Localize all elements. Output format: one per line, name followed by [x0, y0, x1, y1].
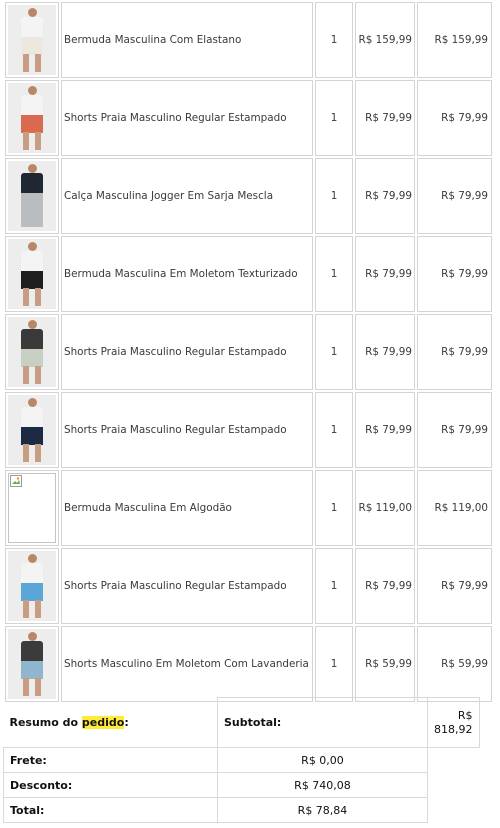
product-image[interactable] [8, 5, 56, 75]
product-image[interactable] [8, 239, 56, 309]
product-thumb-cell [5, 392, 59, 468]
product-line-total: R$ 79,99 [417, 158, 492, 234]
table-row: Bermuda Masculina Em Algodão 1 R$ 119,00 R$… [5, 470, 492, 546]
total-value: R$ 78,84 [217, 797, 428, 823]
product-quantity: 1 [315, 314, 353, 390]
product-quantity: 1 [315, 548, 353, 624]
total-row: Total: R$ 78,84 [3, 797, 480, 823]
product-name[interactable]: Shorts Masculino Em Moletom Com Lavander… [61, 626, 313, 702]
order-summary: Resumo do pedido: Subtotal: R$ 818,92 Fr… [3, 697, 480, 823]
product-name[interactable]: Shorts Praia Masculino Regular Estampado [61, 314, 313, 390]
product-thumb-cell [5, 314, 59, 390]
table-row: Shorts Praia Masculino Regular Estampado… [5, 392, 492, 468]
product-thumb-cell [5, 626, 59, 702]
product-quantity: 1 [315, 626, 353, 702]
product-line-total: R$ 79,99 [417, 80, 492, 156]
product-unit-price: R$ 79,99 [355, 80, 415, 156]
product-unit-price: R$ 79,99 [355, 158, 415, 234]
summary-title: Resumo do pedido: [4, 698, 218, 748]
order-items-body: Bermuda Masculina Com Elastano 1 R$ 159,99… [5, 2, 492, 702]
product-line-total: R$ 159,99 [417, 2, 492, 78]
product-quantity: 1 [315, 2, 353, 78]
product-name[interactable]: Shorts Praia Masculino Regular Estampado [61, 548, 313, 624]
summary-title-prefix: Resumo do [9, 715, 82, 729]
product-line-total: R$ 79,99 [417, 548, 492, 624]
frete-spacer [428, 748, 480, 773]
product-image[interactable] [8, 317, 56, 387]
product-name[interactable]: Bermuda Masculina Com Elastano [61, 2, 313, 78]
table-row: Bermuda Masculina Em Moletom Texturizado… [5, 236, 492, 312]
product-unit-price: R$ 119,00 [355, 470, 415, 546]
frete-label: Frete: [3, 747, 218, 773]
desconto-row: Desconto: R$ 740,08 [3, 772, 480, 798]
desconto-spacer [428, 773, 480, 798]
product-quantity: 1 [315, 158, 353, 234]
product-image[interactable] [8, 161, 56, 231]
broken-image-icon[interactable] [8, 473, 56, 543]
product-thumb-cell [5, 236, 59, 312]
table-row: Shorts Praia Masculino Regular Estampado… [5, 548, 492, 624]
product-quantity: 1 [315, 80, 353, 156]
product-name[interactable]: Bermuda Masculina Em Moletom Texturizado [61, 236, 313, 312]
product-unit-price: R$ 159,99 [355, 2, 415, 78]
desconto-label: Desconto: [3, 772, 218, 798]
subtotal-label: Subtotal: [217, 697, 428, 748]
product-name[interactable]: Shorts Praia Masculino Regular Estampado [61, 80, 313, 156]
product-thumb-cell [5, 470, 59, 546]
order-items-table: Bermuda Masculina Com Elastano 1 R$ 159,99… [3, 0, 494, 704]
table-row: Calça Masculina Jogger Em Sarja Mescla 1 R… [5, 158, 492, 234]
product-name[interactable]: Calça Masculina Jogger Em Sarja Mescla [61, 158, 313, 234]
subtotal-value: R$ 818,92 [427, 697, 480, 748]
product-image[interactable] [8, 629, 56, 699]
table-row: Shorts Masculino Em Moletom Com Lavander… [5, 626, 492, 702]
desconto-value: R$ 740,08 [217, 772, 428, 798]
table-row: Bermuda Masculina Com Elastano 1 R$ 159,99… [5, 2, 492, 78]
frete-row: Frete: R$ 0,00 [3, 747, 480, 773]
product-image[interactable] [8, 83, 56, 153]
product-thumb-cell [5, 548, 59, 624]
product-line-total: R$ 79,99 [417, 236, 492, 312]
product-unit-price: R$ 79,99 [355, 314, 415, 390]
product-image[interactable] [8, 551, 56, 621]
product-line-total: R$ 79,99 [417, 314, 492, 390]
product-thumb-cell [5, 2, 59, 78]
summary-header-row: Resumo do pedido: Subtotal: R$ 818,92 [4, 697, 480, 748]
summary-title-highlight: pedido [81, 715, 125, 729]
product-quantity: 1 [315, 470, 353, 546]
product-thumb-cell [5, 158, 59, 234]
product-quantity: 1 [315, 392, 353, 468]
total-spacer [428, 798, 480, 823]
product-line-total: R$ 59,99 [417, 626, 492, 702]
table-row: Shorts Praia Masculino Regular Estampado… [5, 80, 492, 156]
frete-value: R$ 0,00 [217, 747, 428, 773]
product-thumb-cell [5, 80, 59, 156]
product-line-total: R$ 79,99 [417, 392, 492, 468]
product-name[interactable]: Shorts Praia Masculino Regular Estampado [61, 392, 313, 468]
product-image[interactable] [8, 395, 56, 465]
product-name[interactable]: Bermuda Masculina Em Algodão [61, 470, 313, 546]
summary-title-suffix: : [124, 715, 129, 729]
table-row: Shorts Praia Masculino Regular Estampado… [5, 314, 492, 390]
product-unit-price: R$ 59,99 [355, 626, 415, 702]
total-label: Total: [3, 797, 218, 823]
product-quantity: 1 [315, 236, 353, 312]
product-unit-price: R$ 79,99 [355, 236, 415, 312]
product-line-total: R$ 119,00 [417, 470, 492, 546]
product-unit-price: R$ 79,99 [355, 548, 415, 624]
product-unit-price: R$ 79,99 [355, 392, 415, 468]
